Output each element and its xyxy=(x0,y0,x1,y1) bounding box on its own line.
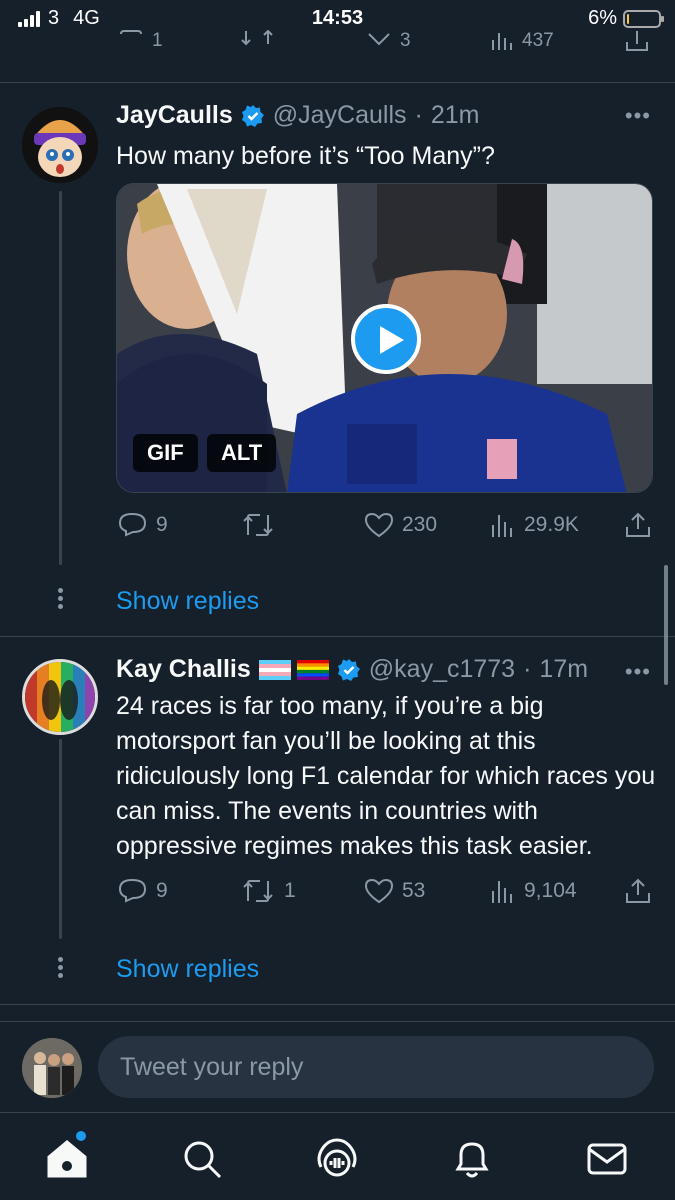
share-button[interactable] xyxy=(624,511,652,539)
tweet-header: Kay Challis @kay_c1773 · 17m xyxy=(116,655,588,684)
messages-icon xyxy=(587,1143,627,1175)
retweet-button[interactable] xyxy=(240,511,284,539)
alt-badge[interactable]: ALT xyxy=(207,434,277,472)
spaces-icon xyxy=(317,1138,357,1177)
like-button[interactable]: 230 xyxy=(364,511,437,539)
retweet-button[interactable]: 1 xyxy=(240,877,296,905)
more-options-icon[interactable]: ••• xyxy=(625,659,651,685)
verified-badge-icon xyxy=(337,658,360,681)
retweet-button[interactable] xyxy=(240,30,274,52)
share-icon xyxy=(626,512,650,537)
more-options-icon[interactable]: ••• xyxy=(625,103,651,129)
reply-icon xyxy=(120,30,142,35)
reply-icon xyxy=(118,512,147,537)
play-button[interactable] xyxy=(351,304,421,374)
like-count: 230 xyxy=(402,513,438,536)
share-button[interactable] xyxy=(624,877,652,905)
tab-spaces[interactable] xyxy=(315,1137,359,1181)
avatar-photo xyxy=(25,662,95,732)
reply-button[interactable]: 1 xyxy=(118,30,163,52)
battery-status: 6% xyxy=(588,7,664,30)
clock: 14:53 xyxy=(311,7,364,29)
notifications-icon xyxy=(455,1142,489,1178)
reply-input[interactable]: Tweet your reply xyxy=(98,1036,654,1098)
tab-messages[interactable] xyxy=(585,1137,629,1181)
analytics-icon xyxy=(492,515,512,537)
reply-composer: Tweet your reply xyxy=(0,1022,675,1112)
share-button[interactable] xyxy=(624,30,650,52)
display-name[interactable]: JayCaulls xyxy=(116,101,233,130)
transgender-flag-icon xyxy=(258,659,291,680)
gif-badge: GIF xyxy=(133,434,198,472)
thread-more-dots-icon xyxy=(58,957,64,981)
previous-tweet-actions: 1 3 437 xyxy=(0,28,675,58)
share-icon xyxy=(626,31,648,51)
views-button[interactable]: 437 xyxy=(490,30,554,52)
timestamp: 21m xyxy=(430,101,480,129)
my-avatar-photo xyxy=(22,1038,82,1098)
divider xyxy=(0,1004,675,1005)
tweet-kay-challis[interactable]: Kay Challis @kay_c1773 · 17m ••• 24 race… xyxy=(0,637,675,1005)
tweet-jaycaulls[interactable]: JayCaulls @JayCaulls · 21m ••• How many … xyxy=(0,83,675,637)
gif-media[interactable]: GIF ALT xyxy=(116,183,653,493)
tweet-text: 24 races is far too many, if you’re a bi… xyxy=(116,692,656,860)
avatar-illustration xyxy=(22,107,98,183)
my-avatar[interactable] xyxy=(22,1038,82,1098)
search-icon xyxy=(184,1141,222,1179)
retweet-icon xyxy=(241,30,273,46)
view-count: 29.9K xyxy=(524,513,579,536)
analytics-icon xyxy=(492,33,512,50)
reply-icon xyxy=(118,878,147,903)
view-count: 437 xyxy=(522,30,554,51)
heart-icon xyxy=(368,33,390,46)
handle[interactable]: @JayCaulls xyxy=(273,101,407,130)
like-button[interactable]: 3 xyxy=(366,30,411,52)
tweet-actions: 9 230 29.9K xyxy=(0,507,675,543)
retweet-count: 1 xyxy=(284,879,296,902)
battery-icon xyxy=(623,9,664,28)
separator-dot: · xyxy=(414,101,423,129)
bottom-tab-bar xyxy=(0,1112,675,1200)
tweet-header: JayCaulls @JayCaulls · 21m xyxy=(116,101,479,130)
share-icon xyxy=(626,878,650,903)
like-count: 53 xyxy=(402,879,426,902)
timestamp: 17m xyxy=(539,655,589,683)
tab-search[interactable] xyxy=(180,1137,224,1181)
avatar[interactable] xyxy=(22,107,98,183)
analytics-icon xyxy=(492,881,512,903)
avatar[interactable] xyxy=(22,659,98,735)
retweet-icon xyxy=(243,880,273,902)
show-replies-link[interactable]: Show replies xyxy=(116,955,259,984)
view-count: 9,104 xyxy=(524,879,577,902)
reply-count: 1 xyxy=(152,30,163,51)
separator-dot: · xyxy=(523,655,532,683)
tweet-text: How many before it’s “Too Many”? xyxy=(116,142,495,170)
profile-flags xyxy=(258,659,329,680)
tweet-actions: 9 1 53 9,104 xyxy=(0,873,675,909)
rainbow-flag-icon xyxy=(296,659,329,680)
views-button[interactable]: 29.9K xyxy=(490,511,579,539)
tab-home[interactable] xyxy=(45,1131,89,1181)
handle[interactable]: @kay_c1773 xyxy=(369,655,515,684)
verified-badge-icon xyxy=(241,104,264,127)
tab-notifications[interactable] xyxy=(450,1137,494,1181)
show-replies-link[interactable]: Show replies xyxy=(116,587,259,616)
home-icon xyxy=(47,1140,87,1178)
views-button[interactable]: 9,104 xyxy=(490,877,577,905)
battery-percent: 6% xyxy=(588,7,617,29)
display-name[interactable]: Kay Challis xyxy=(116,655,251,684)
reply-button[interactable]: 9 xyxy=(118,511,168,539)
reply-count: 9 xyxy=(156,879,168,902)
notification-dot xyxy=(76,1131,86,1141)
retweet-icon xyxy=(243,514,273,536)
thread-line xyxy=(59,739,62,939)
reply-button[interactable]: 9 xyxy=(118,877,168,905)
scrollbar[interactable] xyxy=(664,565,668,685)
reply-count: 9 xyxy=(156,513,168,536)
thread-more-dots-icon xyxy=(58,588,64,612)
like-count: 3 xyxy=(400,30,411,51)
heart-icon xyxy=(364,878,394,904)
like-button[interactable]: 53 xyxy=(364,877,425,905)
heart-icon xyxy=(364,512,394,538)
